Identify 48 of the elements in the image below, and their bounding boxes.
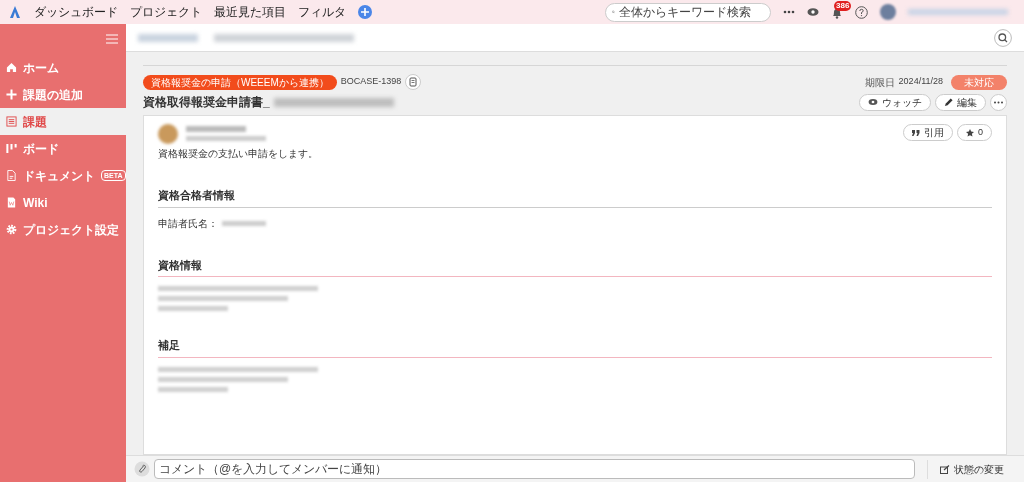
eye-icon [868, 98, 878, 106]
pencil-icon [944, 97, 953, 107]
section-heading: 補足 [158, 337, 992, 358]
copy-icon[interactable] [405, 74, 422, 90]
category-tag[interactable]: 資格報奨金の申請（WEEEMから連携） [143, 74, 337, 90]
notification-badge: 386 [834, 1, 852, 11]
nav-link[interactable]: プロジェクト [130, 3, 202, 21]
redacted-bar [158, 386, 228, 392]
section-heading: 資格情報 [158, 256, 992, 277]
field-label: 申請者氏名： [158, 216, 218, 231]
issue-key: BOCASE-1398 [340, 75, 402, 89]
watch-button[interactable]: ウォッチ [859, 93, 931, 111]
redacted-bar [186, 126, 246, 132]
board-icon [6, 143, 17, 154]
list-icon [6, 116, 17, 127]
more-icon[interactable] [783, 10, 795, 14]
plus-icon [6, 89, 17, 100]
star-icon [966, 128, 974, 137]
redacted-bar [222, 220, 266, 226]
nav-link[interactable]: 最近見た項目 [214, 3, 286, 21]
due-label: 期限日 [864, 75, 895, 90]
plus-icon[interactable] [358, 5, 372, 19]
nav-link[interactable]: ダッシュボード [34, 3, 118, 21]
wiki-icon [6, 197, 17, 208]
document-icon [6, 170, 17, 181]
status-badge: 未対応 [951, 74, 1007, 90]
description-text: 資格報奨金の支払い申請をします。 [158, 147, 319, 161]
search-field[interactable]: 全体からキーワード検索 [605, 2, 771, 22]
issue-title: 資格取得報奨金申請書_ [143, 94, 270, 111]
avatar [158, 124, 178, 144]
edit-status-icon [940, 464, 950, 474]
eye-icon[interactable] [807, 7, 819, 17]
redacted-bar [158, 306, 228, 311]
avatar[interactable] [880, 4, 896, 20]
logo-icon[interactable] [8, 5, 22, 19]
sidebar-item[interactable]: 課題 [0, 108, 126, 135]
quote-icon [912, 129, 920, 136]
status-change-button[interactable]: 状態の変更 [927, 459, 1016, 479]
edit-button[interactable]: 編集 [935, 93, 986, 111]
section-heading: 資格合格者情報 [158, 187, 992, 208]
comment-field[interactable]: コメント（@を入力してメンバーに通知） [154, 459, 915, 479]
home-icon [6, 62, 17, 73]
settings-icon [6, 224, 17, 235]
help-icon[interactable] [855, 5, 868, 19]
redacted-bar [138, 33, 198, 42]
nav-link[interactable]: フィルタ [298, 3, 346, 21]
attachment-icon[interactable] [134, 461, 150, 477]
due-date: 2024/11/28 [898, 75, 943, 89]
